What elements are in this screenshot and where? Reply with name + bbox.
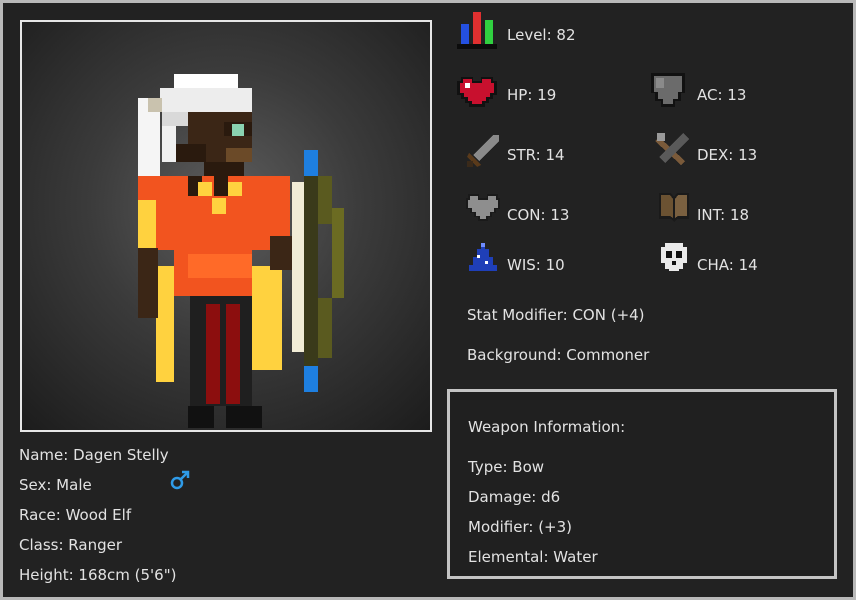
wizard-hat-icon [469,243,497,271]
cha-label: CHA: 14 [697,256,758,274]
character-race: Race: Wood Elf [19,506,132,524]
skull-mask-icon [661,243,687,271]
ac-label: AC: 13 [697,86,747,104]
ranger-sprite [138,74,344,428]
sword-icon [467,135,499,167]
character-sex: Sex: Male [19,476,92,494]
level-label: Level: 82 [507,26,576,44]
hp-label: HP: 19 [507,86,557,104]
con-label: CON: 13 [507,206,570,224]
int-label: INT: 18 [697,206,750,224]
weapon-type: Type: Bow [468,458,545,476]
heart-icon [457,77,497,107]
crossbow-icon [655,133,689,165]
character-portrait [20,20,432,432]
grey-heart-icon [466,194,500,221]
stat-modifier-label: Stat Modifier: CON (+4) [467,306,645,324]
weapon-elemental: Elemental: Water [468,548,598,566]
shield-icon [651,73,685,107]
character-sheet-frame: Name: Dagen Stelly Sex: Male Race: Wood … [0,0,856,600]
male-symbol-icon [170,470,190,490]
wis-label: WIS: 10 [507,256,565,274]
weapon-info-header: Weapon Information: [468,418,626,436]
str-label: STR: 14 [507,146,565,164]
spellbook-icon [659,193,689,222]
character-name: Name: Dagen Stelly [19,446,169,464]
dex-label: DEX: 13 [697,146,758,164]
background-label: Background: Commoner [467,346,650,364]
character-class: Class: Ranger [19,536,122,554]
level-bars-icon [457,12,497,49]
weapon-modifier: Modifier: (+3) [468,518,573,536]
weapon-damage: Damage: d6 [468,488,561,506]
character-height: Height: 168cm (5'6") [19,566,177,584]
weapon-info-panel: Weapon Information: Type: Bow Damage: d6… [447,389,837,579]
